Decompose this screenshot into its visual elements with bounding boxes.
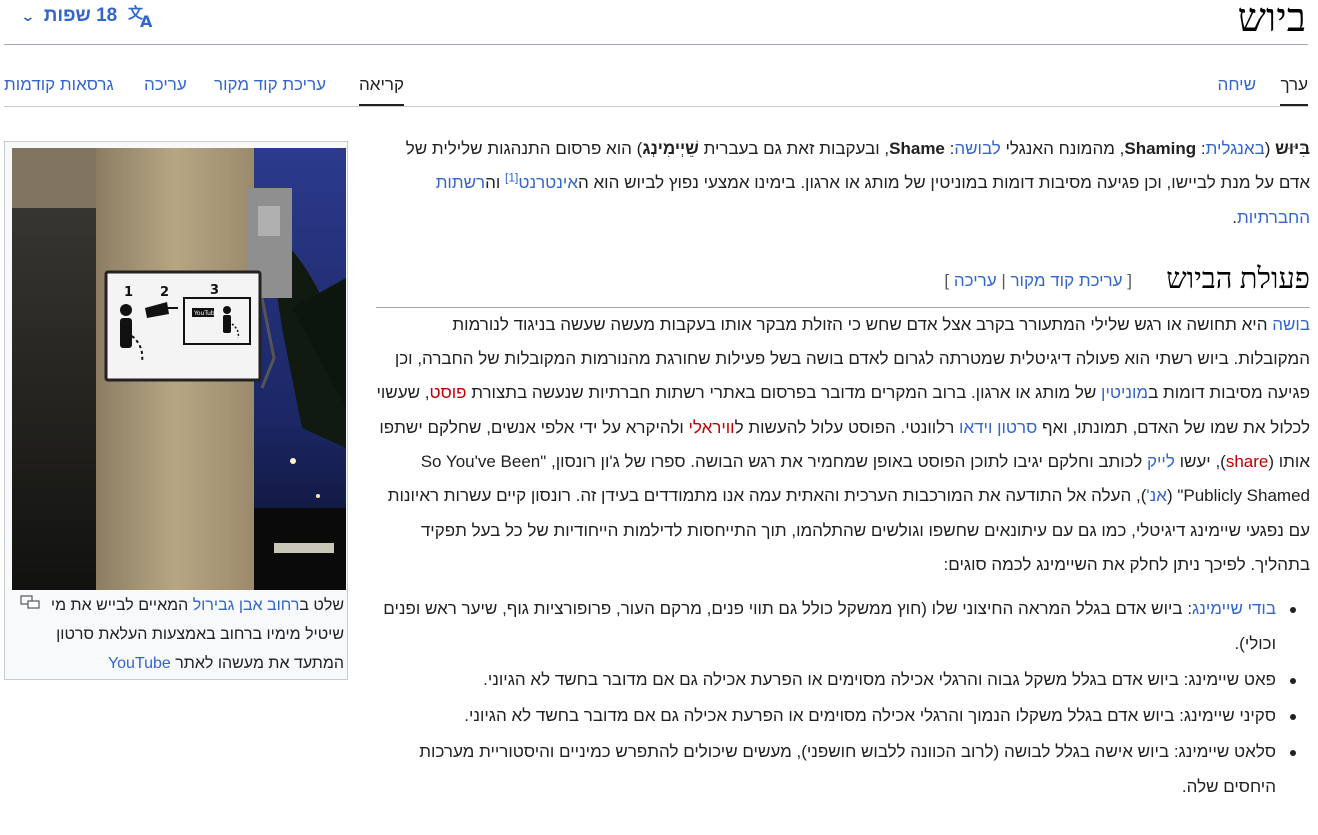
- languages-count-label: 18 שפות: [43, 5, 118, 26]
- shame-english-term: Shame: [889, 139, 945, 158]
- tab-read[interactable]: קריאה: [359, 74, 404, 106]
- like-link[interactable]: לייק: [1147, 452, 1175, 471]
- section-edit-links: [ עריכת קוד מקור | עריכה ]: [944, 270, 1132, 290]
- sign-youtube-logo: YouTube: [193, 310, 219, 317]
- youtube-link[interactable]: YouTube: [108, 655, 171, 672]
- sign-step-3: 3: [210, 283, 219, 298]
- hebrew-term: שֵׁיְימִינְג: [642, 139, 699, 158]
- thumbnail-caption: שלט ברחוב אבן גבירול המאיים לבייש את מי …: [12, 591, 344, 678]
- english-term: Shaming: [1124, 139, 1197, 158]
- tabs-divider: [4, 106, 1308, 107]
- video-link[interactable]: סרטון וידאו: [959, 418, 1037, 437]
- sign-step-2: 2: [160, 285, 169, 300]
- intro-term: בִּיּוּש: [1275, 139, 1310, 158]
- section-paragraph: בושה היא תחושה או רגש שלילי המתעורר בקרב…: [376, 314, 1310, 574]
- title-divider: [4, 44, 1308, 45]
- section-heading: פעולת הביוש [ עריכת קוד מקור | עריכה ]: [376, 263, 1310, 308]
- english-wiki-link[interactable]: אנ': [1146, 486, 1167, 505]
- list-item: פאט שיימינג: ביוש אדם בגלל משקל גבוה והר…: [376, 663, 1296, 697]
- tab-edit-source[interactable]: עריכת קוד מקור: [214, 74, 326, 104]
- english-language-link[interactable]: באנגלית: [1206, 139, 1265, 158]
- list-item: בודי שיימינג: ביוש אדם בגלל המראה החיצונ…: [376, 592, 1296, 661]
- post-link[interactable]: פוסט: [429, 383, 466, 402]
- intro-paragraph: בִּיּוּש (באנגלית: Shaming, מהמונח האנגל…: [405, 139, 1310, 227]
- tab-talk[interactable]: שיחה: [1218, 74, 1256, 104]
- street-link[interactable]: רחוב אבן גבירול: [193, 597, 300, 614]
- sign-step-1: 1: [124, 285, 133, 300]
- shaming-types-list: בודי שיימינג: ביוש אדם בגלל המראה החיצונ…: [376, 592, 1310, 804]
- tab-edit[interactable]: עריכה: [144, 74, 187, 104]
- section-edit-link[interactable]: עריכה: [954, 271, 997, 290]
- svg-text:A: A: [140, 12, 153, 28]
- enlarge-icon[interactable]: [20, 595, 40, 609]
- list-item: סקיני שיימינג: ביוש אדם בגלל משקלו הנמוך…: [376, 699, 1296, 733]
- reference-1-link[interactable]: [1]: [505, 171, 518, 185]
- internet-link[interactable]: אינטרנט: [518, 173, 578, 192]
- section-title: פעולת הביוש: [1166, 262, 1310, 295]
- section-edit-source-link[interactable]: עריכת קוד מקור: [1010, 271, 1122, 290]
- tab-article[interactable]: ערך: [1280, 74, 1308, 106]
- shame-link[interactable]: לבושה: [954, 139, 1000, 158]
- tab-history[interactable]: גרסאות קודמות: [4, 74, 114, 104]
- chevron-down-icon: ⌄: [20, 7, 36, 24]
- language-selector-button[interactable]: ⌄ 18 שפות 文 A: [20, 2, 157, 30]
- viral-link[interactable]: וויראלי: [689, 418, 735, 437]
- list-item: סלאט שיימינג: ביוש אישה בגלל לבושה (לרוב…: [376, 735, 1296, 804]
- image-thumbnail: 1 2 3 YouTube שלט ברחוב אבן גבירול המאיי…: [4, 141, 348, 680]
- thumbnail-image[interactable]: 1 2 3 YouTube: [12, 148, 346, 590]
- pillar-sign-photo: 1 2 3 YouTube: [12, 148, 346, 590]
- article-content: בִּיּוּש (באנגלית: Shaming, מהמונח האנגל…: [376, 132, 1310, 806]
- reputation-link[interactable]: מוניטין: [1101, 383, 1148, 402]
- body-shaming-link[interactable]: בודי שיימינג: [1192, 599, 1276, 618]
- page-title: ביוש: [1237, 0, 1306, 40]
- share-link[interactable]: share: [1226, 452, 1269, 471]
- translate-icon: 文 A: [128, 4, 153, 28]
- shame-link[interactable]: בושה: [1272, 315, 1310, 334]
